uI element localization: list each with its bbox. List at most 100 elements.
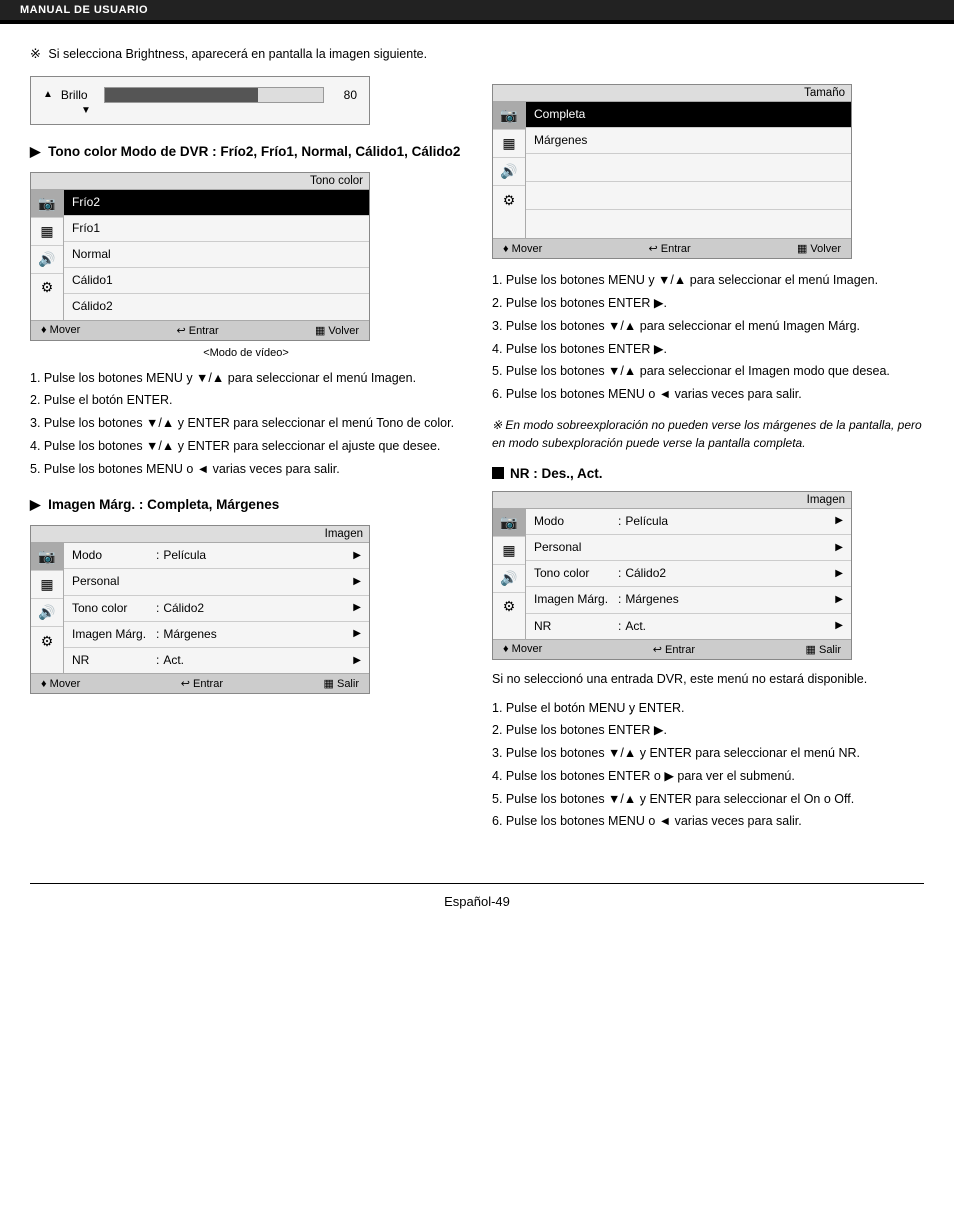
brightness-down-arrow: ▼	[43, 105, 357, 116]
tono-icons-col: 📷 ▦ 🔊 ⚙	[31, 190, 64, 320]
icon-speaker: 🔊	[31, 246, 63, 274]
tamano-instr-4: Pulse los botones ENTER ▶.	[492, 338, 924, 361]
footer-mover-tam: ♦ Mover	[503, 242, 542, 255]
footer-mover-img: ♦ Mover	[41, 677, 80, 690]
nr-kv-nr: NR : Act. ▶	[526, 614, 851, 639]
tono-instr-2: Pulse el botón ENTER.	[30, 389, 462, 412]
footer-entrar-tam: ↩ Entrar	[648, 242, 690, 255]
tamano-menu-box: Tamaño 📷 ▦ 🔊 ⚙ Completa Márgenes ♦ Mover	[492, 84, 852, 259]
nr-kv-marg: Imagen Márg. : Márgenes ▶	[526, 587, 851, 613]
imagen-menu-box: Imagen 📷 ▦ 🔊 ⚙ Modo : Película ▶	[30, 525, 370, 694]
tono-item-normal: Normal	[64, 242, 369, 268]
tamano-instructions: Pulse los botones MENU y ▼/▲ para selecc…	[492, 269, 924, 406]
footer-entrar-nr: ↩ Entrar	[653, 643, 695, 656]
page-content: ※ Si selecciona Brightness, aparecerá en…	[0, 24, 954, 883]
imagen-kv-modo: Modo : Película ▶	[64, 543, 369, 569]
tono-menu-title: Tono color	[31, 173, 369, 190]
tamano-instr-5: Pulse los botones ▼/▲ para seleccionar e…	[492, 360, 924, 383]
nr-instr-5: Pulse los botones ▼/▲ y ENTER para selec…	[492, 788, 924, 811]
brightness-value: 80	[332, 88, 357, 102]
tamano-instr-3: Pulse los botones ▼/▲ para seleccionar e…	[492, 315, 924, 338]
nr-intro-text: Si no seleccionó una entrada DVR, este m…	[492, 670, 924, 689]
brightness-fill	[105, 88, 258, 102]
page-footer: Español-49	[0, 894, 954, 929]
tono-menu-body: 📷 ▦ 🔊 ⚙ Frío2 Frío1 Normal Cálido1 Cálid…	[31, 190, 369, 320]
footer-mover-tono: ♦ Mover	[41, 324, 80, 337]
imagen-items-col: Modo : Película ▶ Personal ▶ Tono color …	[64, 543, 369, 673]
brightness-label: Brillo	[61, 88, 96, 102]
tamano-instr-2: Pulse los botones ENTER ▶.	[492, 292, 924, 315]
tono-instr-4: Pulse los botones ▼/▲ y ENTER para selec…	[30, 435, 462, 458]
icon-grid: ▦	[31, 218, 63, 246]
tamano-item-margenes: Márgenes	[526, 128, 851, 154]
footer-volver-tam: ▦ Volver	[797, 242, 841, 255]
icon-grid-tam: ▦	[493, 130, 525, 158]
left-column: ※ Si selecciona Brightness, aparecerá en…	[30, 44, 462, 843]
tono-item-calido1: Cálido1	[64, 268, 369, 294]
tamano-menu-body: 📷 ▦ 🔊 ⚙ Completa Márgenes	[493, 102, 851, 238]
page-number: Español-49	[444, 894, 510, 909]
imagen-icons-col: 📷 ▦ 🔊 ⚙	[31, 543, 64, 673]
tamano-menu-title: Tamaño	[493, 85, 851, 102]
imagen-footer: ♦ Mover ↩ Entrar ▦ Salir	[31, 673, 369, 693]
tono-instr-1: Pulse los botones MENU y ▼/▲ para selecc…	[30, 367, 462, 390]
brightness-bar	[104, 87, 324, 103]
imagen-kv-personal: Personal ▶	[64, 569, 369, 595]
header-bar: MANUAL DE USUARIO	[0, 0, 954, 22]
nr-instructions: Pulse el botón MENU y ENTER. Pulse los b…	[492, 697, 924, 834]
imagen-kv-tono: Tono color : Cálido2 ▶	[64, 596, 369, 622]
header-label: MANUAL DE USUARIO	[20, 4, 148, 16]
imagen-kv-nr: NR : Act. ▶	[64, 648, 369, 673]
nr-footer: ♦ Mover ↩ Entrar ▦ Salir	[493, 639, 851, 659]
tono-section-heading: ▶ Tono color Modo de DVR : Frío2, Frío1,…	[30, 143, 462, 162]
tamano-instr-1: Pulse los botones MENU y ▼/▲ para selecc…	[492, 269, 924, 292]
icon-gear-img: ⚙	[31, 627, 63, 655]
footer-salir-img: ▦ Salir	[324, 677, 359, 690]
tono-instructions: Pulse los botones MENU y ▼/▲ para selecc…	[30, 367, 462, 481]
right-column: Tamaño 📷 ▦ 🔊 ⚙ Completa Márgenes ♦ Mover	[492, 44, 924, 843]
imagen-kv-marg: Imagen Márg. : Márgenes ▶	[64, 622, 369, 648]
footer-salir-nr: ▦ Salir	[806, 643, 841, 656]
footer-divider	[30, 883, 924, 884]
icon-gear: ⚙	[31, 274, 63, 302]
brightness-up-arrow: ▲	[43, 89, 53, 101]
icon-camera-img: 📷	[31, 543, 63, 571]
tamano-empty-1	[526, 154, 851, 182]
footer-volver-tono: ▦ Volver	[315, 324, 359, 337]
tono-instr-5: Pulse los botones MENU o ◄ varias veces …	[30, 458, 462, 481]
nr-menu-title: Imagen	[493, 492, 851, 509]
icon-speaker-img: 🔊	[31, 599, 63, 627]
tono-instr-3: Pulse los botones ▼/▲ y ENTER para selec…	[30, 412, 462, 435]
tamano-empty-3	[526, 210, 851, 238]
nr-icons-col: 📷 ▦ 🔊 ⚙	[493, 509, 526, 639]
imagen-section-heading: ▶ Imagen Márg. : Completa, Márgenes	[30, 496, 462, 515]
icon-gear-tam: ⚙	[493, 186, 525, 214]
nr-instr-4: Pulse los botones ENTER o ▶ para ver el …	[492, 765, 924, 788]
mode-label: <Modo de vídeo>	[30, 347, 462, 359]
tamano-note: ※ En modo sobreexploración no pueden ver…	[492, 416, 924, 452]
nr-instr-6: Pulse los botones MENU o ◄ varias veces …	[492, 810, 924, 833]
tono-menu-box: Tono color 📷 ▦ 🔊 ⚙ Frío2 Frío1 Normal Cá…	[30, 172, 370, 341]
imagen-menu-body: 📷 ▦ 🔊 ⚙ Modo : Película ▶ Personal	[31, 543, 369, 673]
icon-grid-nr: ▦	[493, 537, 525, 565]
footer-mover-nr: ♦ Mover	[503, 643, 542, 656]
tono-item-calido2: Cálido2	[64, 294, 369, 319]
icon-camera: 📷	[31, 190, 63, 218]
icon-grid-img: ▦	[31, 571, 63, 599]
tamano-icons-col: 📷 ▦ 🔊 ⚙	[493, 102, 526, 238]
tono-item-frio1: Frío1	[64, 216, 369, 242]
nr-kv-tono: Tono color : Cálido2 ▶	[526, 561, 851, 587]
tono-items-col: Frío2 Frío1 Normal Cálido1 Cálido2	[64, 190, 369, 320]
footer-entrar-tono: ↩ Entrar	[176, 324, 218, 337]
tamano-item-completa: Completa	[526, 102, 851, 128]
tono-footer: ♦ Mover ↩ Entrar ▦ Volver	[31, 320, 369, 340]
brightness-note: ※ Si selecciona Brightness, aparecerá en…	[30, 44, 462, 64]
tamano-empty-2	[526, 182, 851, 210]
tono-item-frio2: Frío2	[64, 190, 369, 216]
tamano-instr-6: Pulse los botones MENU o ◄ varias veces …	[492, 383, 924, 406]
nr-kv-modo: Modo : Película ▶	[526, 509, 851, 535]
nr-heading-square	[492, 467, 504, 479]
imagen-menu-title: Imagen	[31, 526, 369, 543]
icon-speaker-tam: 🔊	[493, 158, 525, 186]
brightness-row: ▲ Brillo 80	[43, 85, 357, 105]
